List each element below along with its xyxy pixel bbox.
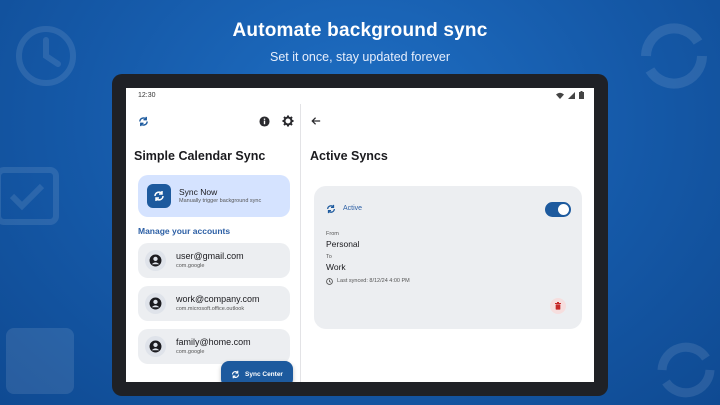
page-title: Active Syncs bbox=[310, 149, 388, 163]
info-icon bbox=[258, 115, 270, 127]
sync-center-button[interactable]: Sync Center bbox=[221, 361, 293, 382]
app-sync-button[interactable] bbox=[134, 112, 152, 130]
avatar bbox=[145, 250, 166, 271]
sync-toggle[interactable] bbox=[545, 202, 571, 217]
sync-decoration-icon-2 bbox=[657, 342, 715, 398]
back-button[interactable] bbox=[307, 112, 325, 130]
sync-now-button[interactable]: Sync Now Manually trigger background syn… bbox=[138, 175, 290, 217]
toggle-knob bbox=[558, 204, 569, 215]
sync-icon bbox=[154, 191, 164, 201]
clock-icon bbox=[326, 278, 333, 285]
account-item[interactable]: work@company.com com.microsoft.office.ou… bbox=[138, 286, 290, 321]
accounts-pane: Simple Calendar Sync Sync Now Manually t… bbox=[126, 104, 301, 382]
person-icon bbox=[149, 297, 162, 310]
delete-sync-button[interactable] bbox=[550, 298, 566, 314]
person-icon bbox=[149, 340, 162, 353]
avatar bbox=[145, 293, 166, 314]
sync-now-icon-box bbox=[147, 184, 171, 208]
sync-icon bbox=[327, 204, 335, 214]
trash-icon bbox=[555, 302, 561, 310]
from-label: From bbox=[326, 231, 339, 237]
tablet-frame: 12:30 Simple Calendar Sync Sync Now Manu… bbox=[112, 74, 608, 396]
from-value: Personal bbox=[326, 239, 360, 249]
account-item[interactable]: family@home.com com.google bbox=[138, 329, 290, 364]
accounts-section-label: Manage your accounts bbox=[138, 226, 231, 236]
status-time: 12:30 bbox=[138, 92, 156, 99]
account-type: com.microsoft.office.outlook bbox=[176, 306, 245, 312]
info-button[interactable] bbox=[255, 112, 273, 130]
account-name: user@gmail.com bbox=[176, 251, 244, 261]
promo-subtitle: Set it once, stay updated forever bbox=[270, 50, 450, 64]
active-sync-card[interactable]: Active From Personal To Work Last synced… bbox=[314, 186, 582, 329]
account-item[interactable]: user@gmail.com com.google bbox=[138, 243, 290, 278]
calendar-check-decoration-icon bbox=[0, 167, 59, 225]
battery-icon bbox=[579, 91, 584, 99]
avatar bbox=[145, 336, 166, 357]
to-label: To bbox=[326, 254, 332, 260]
sync-now-sublabel: Manually trigger background sync bbox=[179, 198, 262, 204]
status-bar: 12:30 bbox=[126, 88, 594, 104]
wifi-icon bbox=[556, 92, 564, 99]
settings-button[interactable] bbox=[279, 112, 297, 130]
calendar-decoration-icon bbox=[6, 328, 74, 394]
account-type: com.google bbox=[176, 263, 205, 269]
sync-center-label: Sync Center bbox=[245, 370, 283, 378]
promo-title: Automate background sync bbox=[232, 20, 488, 41]
sync-status-label: Active bbox=[343, 205, 363, 212]
sync-now-label: Sync Now bbox=[179, 187, 218, 197]
signal-icon bbox=[568, 91, 575, 99]
sync-icon bbox=[138, 116, 148, 126]
account-name: work@company.com bbox=[176, 294, 260, 304]
arrow-back-icon bbox=[311, 117, 321, 125]
account-name: family@home.com bbox=[176, 337, 251, 347]
to-value: Work bbox=[326, 262, 346, 272]
account-type: com.google bbox=[176, 349, 205, 355]
app-screen: 12:30 Simple Calendar Sync Sync Now Manu… bbox=[126, 88, 594, 382]
active-syncs-pane: Active Syncs Active From Personal To Wor… bbox=[302, 104, 594, 382]
person-icon bbox=[149, 254, 162, 267]
gear-icon bbox=[282, 115, 294, 127]
sync-icon bbox=[231, 370, 240, 378]
app-title: Simple Calendar Sync bbox=[134, 149, 266, 163]
last-synced-text: Last synced: 8/12/24 4:00 PM bbox=[337, 278, 410, 284]
